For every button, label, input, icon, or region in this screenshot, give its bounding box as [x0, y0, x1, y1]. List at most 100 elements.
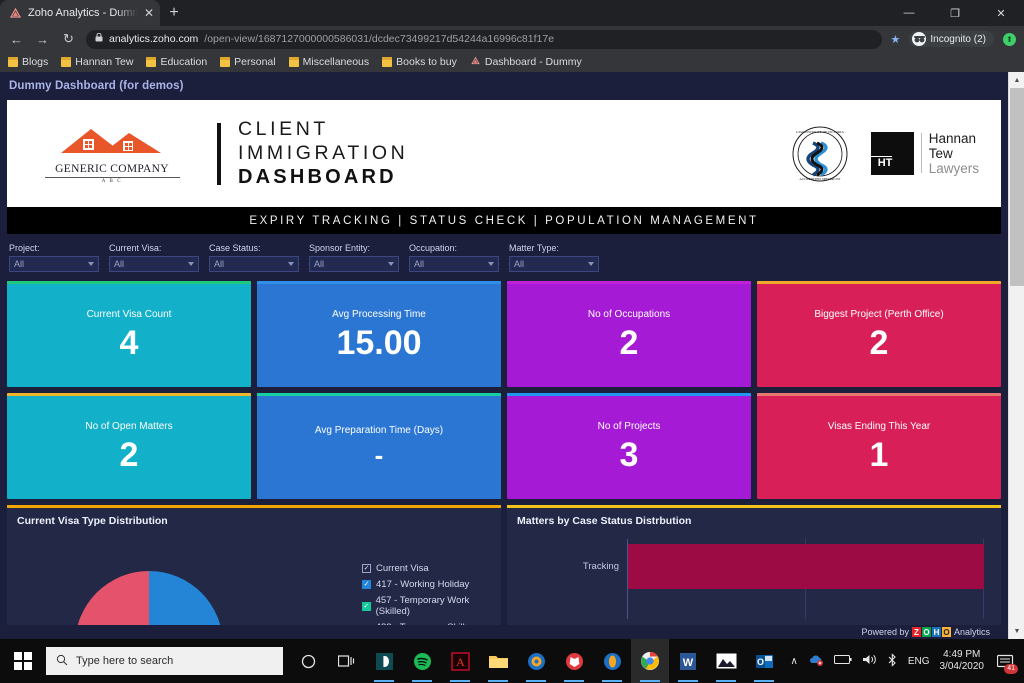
- spotify-icon[interactable]: [403, 639, 441, 683]
- scroll-up-icon[interactable]: ▲: [1009, 72, 1024, 88]
- browser-tab[interactable]: Zoho Analytics - Dummy Dashbo ✕: [0, 0, 160, 26]
- panel-matters-by-case-status[interactable]: Matters by Case Status Distrbution Track…: [507, 505, 1001, 625]
- scroll-down-icon[interactable]: ▼: [1009, 623, 1024, 639]
- filter-select[interactable]: All: [109, 256, 199, 272]
- notification-center-icon[interactable]: 41: [994, 650, 1016, 672]
- bookmark-dashboard-dummy[interactable]: Dashboard - Dummy: [470, 56, 582, 69]
- clock[interactable]: 4:49 PM 3/04/2020: [940, 649, 985, 674]
- kpi-card-visas-ending-this-year[interactable]: Visas Ending This Year 1: [757, 393, 1001, 499]
- adobe-acrobat-icon[interactable]: A: [441, 639, 479, 683]
- word-icon[interactable]: W: [669, 639, 707, 683]
- bookmark-hannan-tew[interactable]: Hannan Tew: [61, 56, 133, 68]
- legend-item[interactable]: ✓ 417 - Working Holiday: [362, 579, 501, 590]
- legend-item[interactable]: ✓ 482 - Temporary Skill Shortage: [362, 622, 501, 625]
- browser-toolbar: ← → ↻ analytics.zoho.com/open-view/16871…: [0, 26, 1024, 52]
- panel-accent: [507, 505, 1001, 508]
- kpi-card-avg-processing-time[interactable]: Avg Processing Time 15.00: [257, 281, 501, 387]
- back-icon[interactable]: ←: [8, 31, 25, 48]
- banner-title-line2: IMMIGRATION: [238, 142, 408, 165]
- filter-value: All: [114, 259, 124, 269]
- checkbox-icon[interactable]: ✓: [362, 602, 371, 611]
- filter-select[interactable]: All: [409, 256, 499, 272]
- bookmark-education[interactable]: Education: [146, 56, 207, 68]
- legend-item[interactable]: ✓ 457 - Temporary Work (Skilled): [362, 595, 501, 617]
- photos-icon[interactable]: [707, 639, 745, 683]
- onedrive-icon[interactable]: [808, 654, 824, 669]
- page-scrollbar[interactable]: ▲ ▼: [1008, 72, 1024, 639]
- panel-title: Matters by Case Status Distrbution: [507, 505, 1001, 527]
- brave-icon[interactable]: [555, 639, 593, 683]
- filter-select[interactable]: All: [209, 256, 299, 272]
- kpi-card-no-of-projects[interactable]: No of Projects 3: [507, 393, 751, 499]
- bookmark-books-to-buy[interactable]: Books to buy: [382, 56, 457, 68]
- window-close-icon[interactable]: ✕: [978, 0, 1024, 26]
- taskbar-search[interactable]: Type here to search: [46, 647, 283, 675]
- panel-visa-type-distribution[interactable]: Current Visa Type Distribution ✓ Current…: [7, 505, 501, 625]
- incognito-indicator[interactable]: Incognito (2): [909, 31, 994, 47]
- checkbox-icon[interactable]: ✓: [362, 564, 371, 573]
- legend-header[interactable]: ✓ Current Visa: [362, 563, 501, 574]
- bookmark-personal[interactable]: Personal: [220, 56, 275, 68]
- filter-value: All: [514, 259, 524, 269]
- chrome-icon[interactable]: [631, 639, 669, 683]
- bookmark-miscellaneous[interactable]: Miscellaneous: [289, 56, 370, 68]
- bar-segment[interactable]: [628, 544, 984, 589]
- kpi-card-avg-preparation-time[interactable]: Avg Preparation Time (Days) -: [257, 393, 501, 499]
- folder-icon: [382, 57, 392, 67]
- kpi-accent: [7, 393, 251, 396]
- pie-legend: ✓ Current Visa ✓ 417 - Working Holiday ✓…: [362, 563, 501, 625]
- filter-sponsor-entity: Sponsor Entity: All: [309, 243, 409, 272]
- filter-label: Sponsor Entity:: [309, 243, 409, 253]
- microsoft-store-icon[interactable]: [365, 639, 403, 683]
- folder-icon: [8, 57, 18, 67]
- pie-chart[interactable]: [75, 571, 223, 625]
- kpi-card-no-of-open-matters[interactable]: No of Open Matters 2: [7, 393, 251, 499]
- incognito-label: Incognito (2): [930, 34, 986, 45]
- kpi-accent: [507, 281, 751, 284]
- opera-icon[interactable]: [593, 639, 631, 683]
- maximize-icon[interactable]: ❐: [932, 0, 978, 26]
- dashboard-banner: GENERIC COMPANY A B C CLIENT IMMIGRATION…: [7, 100, 1001, 234]
- system-tray: ∧ ENG 4:49 PM 3/04/2020 41: [791, 649, 1024, 674]
- filter-value: All: [214, 259, 224, 269]
- kpi-value: 2: [620, 326, 639, 360]
- start-button[interactable]: [0, 639, 46, 683]
- kpi-value: 4: [120, 326, 139, 360]
- task-view-icon[interactable]: [327, 639, 365, 683]
- firefox-icon[interactable]: [517, 639, 555, 683]
- minimize-icon[interactable]: —: [886, 0, 932, 26]
- kpi-card-biggest-project[interactable]: Biggest Project (Perth Office) 2: [757, 281, 1001, 387]
- search-icon: [56, 654, 68, 669]
- kpi-accent: [757, 281, 1001, 284]
- kpi-card-no-of-occupations[interactable]: No of Occupations 2: [507, 281, 751, 387]
- kpi-value: 1: [870, 438, 889, 472]
- file-explorer-icon[interactable]: [479, 639, 517, 683]
- panel-title: Current Visa Type Distribution: [7, 505, 501, 527]
- taskbar-items: A: [289, 639, 783, 683]
- update-badge-icon[interactable]: ⬆: [1003, 33, 1016, 46]
- checkbox-icon[interactable]: ✓: [362, 580, 371, 589]
- volume-icon[interactable]: [862, 653, 877, 669]
- cortana-icon[interactable]: [289, 639, 327, 683]
- scrollbar-thumb[interactable]: [1010, 88, 1024, 286]
- outlook-icon[interactable]: O: [745, 639, 783, 683]
- reload-icon[interactable]: ↻: [60, 31, 77, 48]
- kpi-card-current-visa-count[interactable]: Current Visa Count 4: [7, 281, 251, 387]
- bookmark-star-icon[interactable]: ★: [891, 33, 901, 46]
- bluetooth-icon[interactable]: [887, 653, 898, 670]
- language-indicator[interactable]: ENG: [908, 656, 930, 667]
- filter-select[interactable]: All: [309, 256, 399, 272]
- forward-icon[interactable]: →: [34, 31, 51, 48]
- battery-icon[interactable]: [834, 654, 852, 668]
- zoho-icon: [9, 7, 22, 20]
- filter-bar: Project: All Current Visa: All Case Stat…: [0, 234, 1008, 281]
- filter-select[interactable]: All: [509, 256, 599, 272]
- new-tab-button[interactable]: +: [160, 0, 188, 26]
- tray-chevron-icon[interactable]: ∧: [791, 656, 798, 667]
- folder-icon: [289, 57, 299, 67]
- bookmark-blogs[interactable]: Blogs: [8, 56, 48, 68]
- filter-select[interactable]: All: [9, 256, 99, 272]
- close-icon[interactable]: ✕: [144, 7, 154, 19]
- banner-title: CLIENT IMMIGRATION DASHBOARD: [238, 118, 408, 190]
- address-bar[interactable]: analytics.zoho.com/open-view/16871270000…: [86, 30, 882, 49]
